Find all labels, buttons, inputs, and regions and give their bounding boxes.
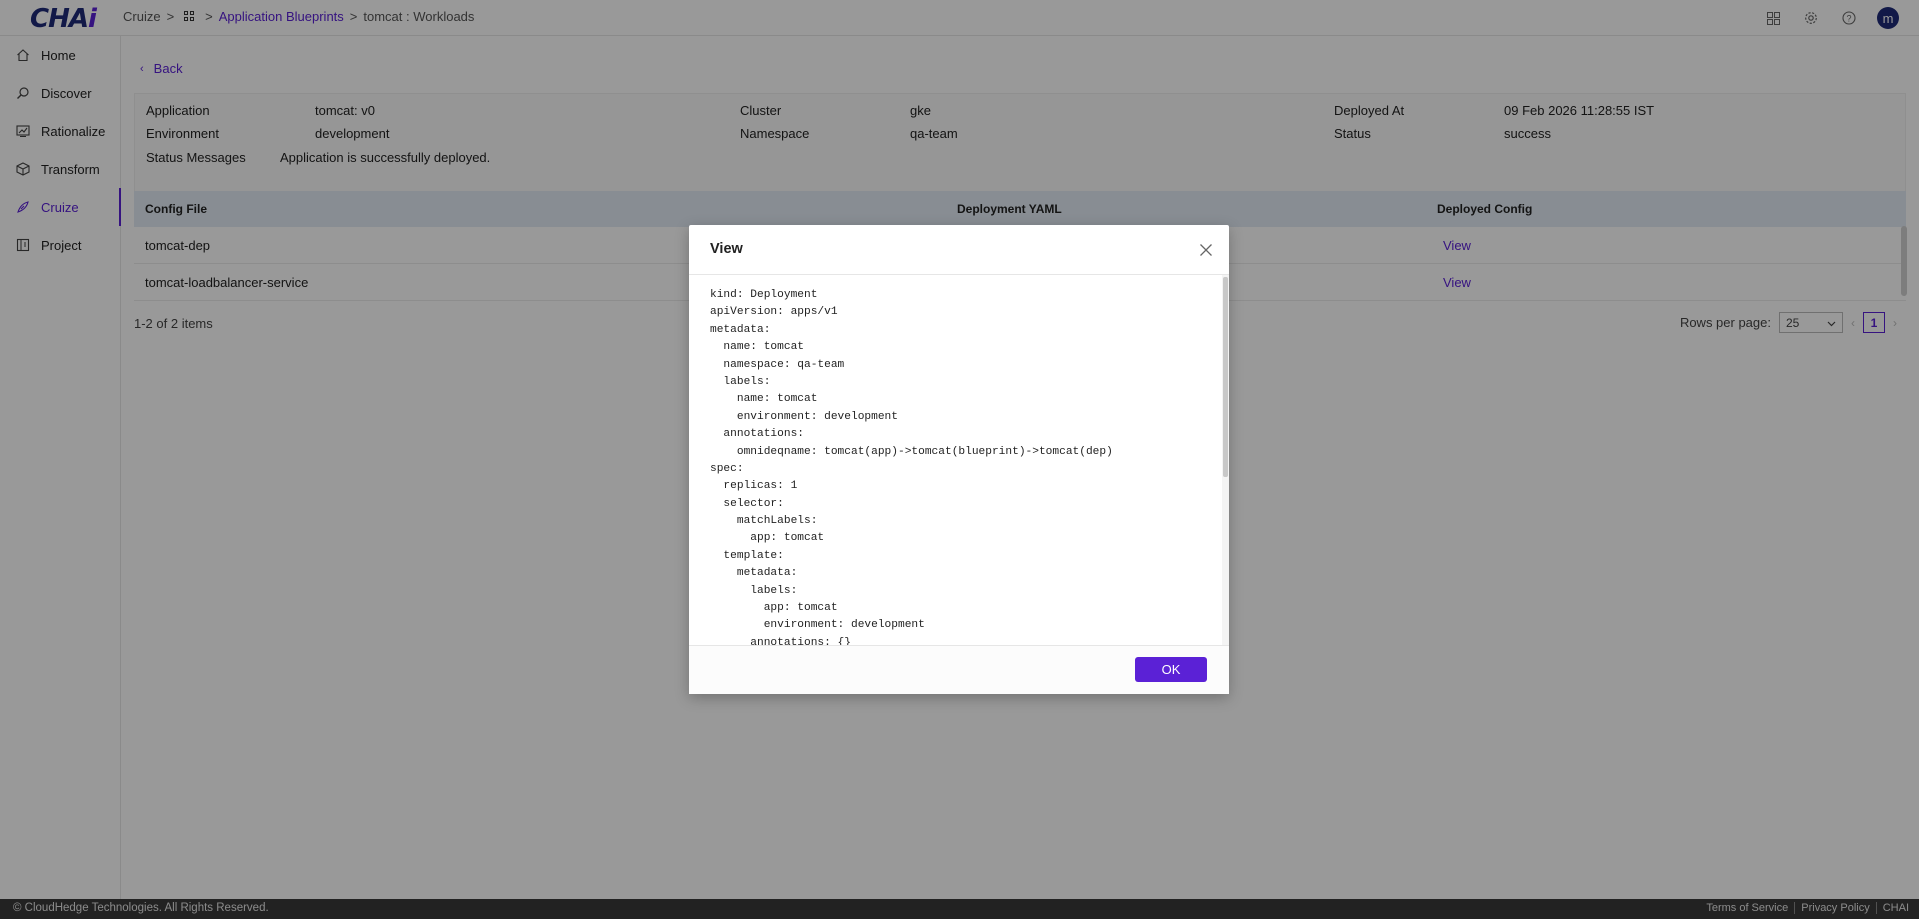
code-line: labels: — [710, 375, 771, 388]
code-line: metadata: — [710, 323, 771, 336]
code-line: apiVersion: apps/v1 — [710, 306, 838, 319]
dialog-scrollbar-thumb[interactable] — [1223, 277, 1228, 477]
code-line: name: tomcat — [710, 341, 804, 354]
yaml-content[interactable]: kind: Deployment apiVersion: apps/v1 metad… — [689, 275, 1229, 645]
code-line: labels: — [710, 584, 798, 597]
dialog-scrollbar[interactable] — [1222, 275, 1229, 645]
code-line: name: tomcat — [710, 393, 818, 406]
code-line: matchLabels: — [710, 515, 818, 528]
yaml-code: kind: Deployment apiVersion: apps/v1 metad… — [710, 287, 1113, 645]
dialog-footer: OK — [689, 645, 1229, 694]
code-line: environment: development — [710, 410, 898, 423]
code-line: omnideqname: tomcat(app)->tomcat(bluepri… — [710, 445, 1113, 458]
code-line: annotations: {} — [710, 636, 851, 645]
code-line: environment: development — [710, 619, 925, 632]
code-line: annotations: — [710, 428, 804, 441]
view-dialog: View kind: Deployment apiVersion: apps/v1… — [689, 225, 1229, 694]
code-line: kind: Deployment — [710, 289, 818, 301]
dialog-title: View — [710, 241, 743, 257]
code-line: app: tomcat — [710, 602, 838, 615]
code-line: app: tomcat — [710, 532, 825, 545]
ok-button[interactable]: OK — [1135, 657, 1207, 682]
dialog-header: View — [689, 225, 1229, 275]
close-icon[interactable] — [1199, 243, 1213, 257]
code-line: spec: — [710, 462, 744, 475]
code-line: namespace: qa-team — [710, 358, 845, 371]
code-line: template: — [710, 549, 784, 562]
code-line: metadata: — [710, 567, 798, 580]
code-line: selector: — [710, 497, 784, 510]
code-line: replicas: 1 — [710, 480, 798, 493]
